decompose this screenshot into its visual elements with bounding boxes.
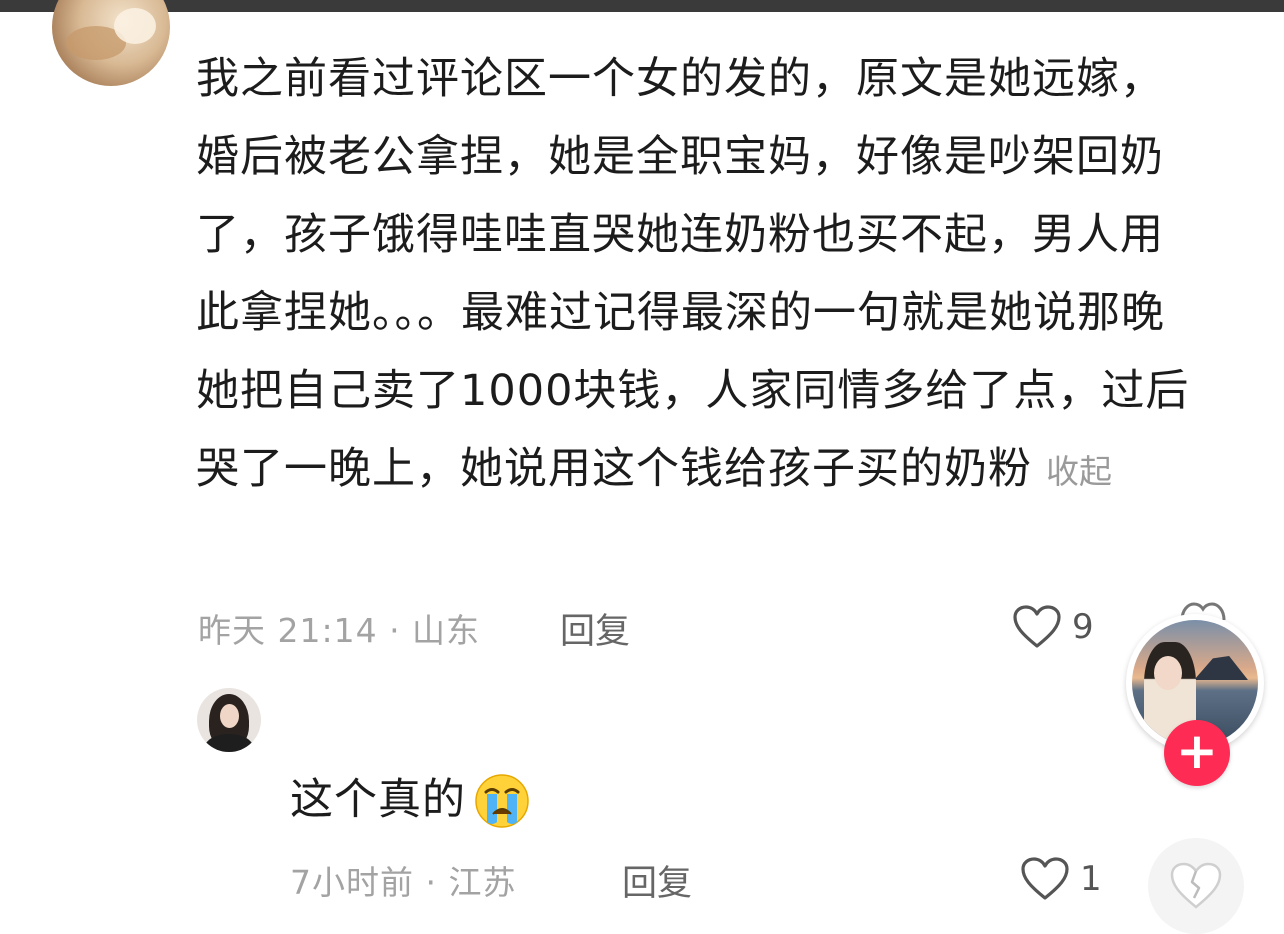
reply-like-count: 1: [1080, 859, 1102, 899]
avatar-image-detail: [1194, 656, 1248, 680]
collapse-link[interactable]: 收起: [1046, 452, 1112, 491]
reply-like-button[interactable]: 1: [1020, 856, 1102, 902]
replier-avatar[interactable]: [197, 688, 261, 752]
broken-heart-icon: [1170, 862, 1222, 909]
comment-meta: 昨天 21:14 · 山东: [198, 611, 481, 650]
comment-like-count: 9: [1072, 607, 1094, 647]
commenter-avatar[interactable]: [52, 0, 170, 86]
reply-meta: 7小时前 · 江苏: [290, 863, 517, 902]
reply-body: 这个真的: [290, 770, 532, 830]
follow-plus-button[interactable]: +: [1164, 720, 1230, 786]
avatar-image-detail: [114, 8, 156, 44]
comment-reply-button[interactable]: 回复: [560, 603, 630, 654]
comment-like-button[interactable]: 9: [1012, 604, 1094, 650]
comment-body: 我之前看过评论区一个女的发的，原文是她远嫁，婚后被老公拿捏，她是全职宝妈，好像是…: [196, 40, 1196, 511]
top-status-bar: [0, 0, 1284, 12]
reply-reply-button[interactable]: 回复: [622, 855, 692, 906]
crying-face-emoji-icon: [475, 774, 529, 828]
dislike-button[interactable]: [1148, 838, 1244, 934]
avatar-image-detail: [220, 704, 239, 728]
avatar-image-detail: [1154, 656, 1182, 690]
heart-icon: [1021, 857, 1069, 900]
reply-text: 这个真的: [290, 775, 466, 825]
heart-icon: [1013, 605, 1061, 648]
comment-text: 我之前看过评论区一个女的发的，原文是她远嫁，婚后被老公拿捏，她是全职宝妈，好像是…: [196, 54, 1190, 494]
plus-icon: +: [1176, 722, 1218, 780]
